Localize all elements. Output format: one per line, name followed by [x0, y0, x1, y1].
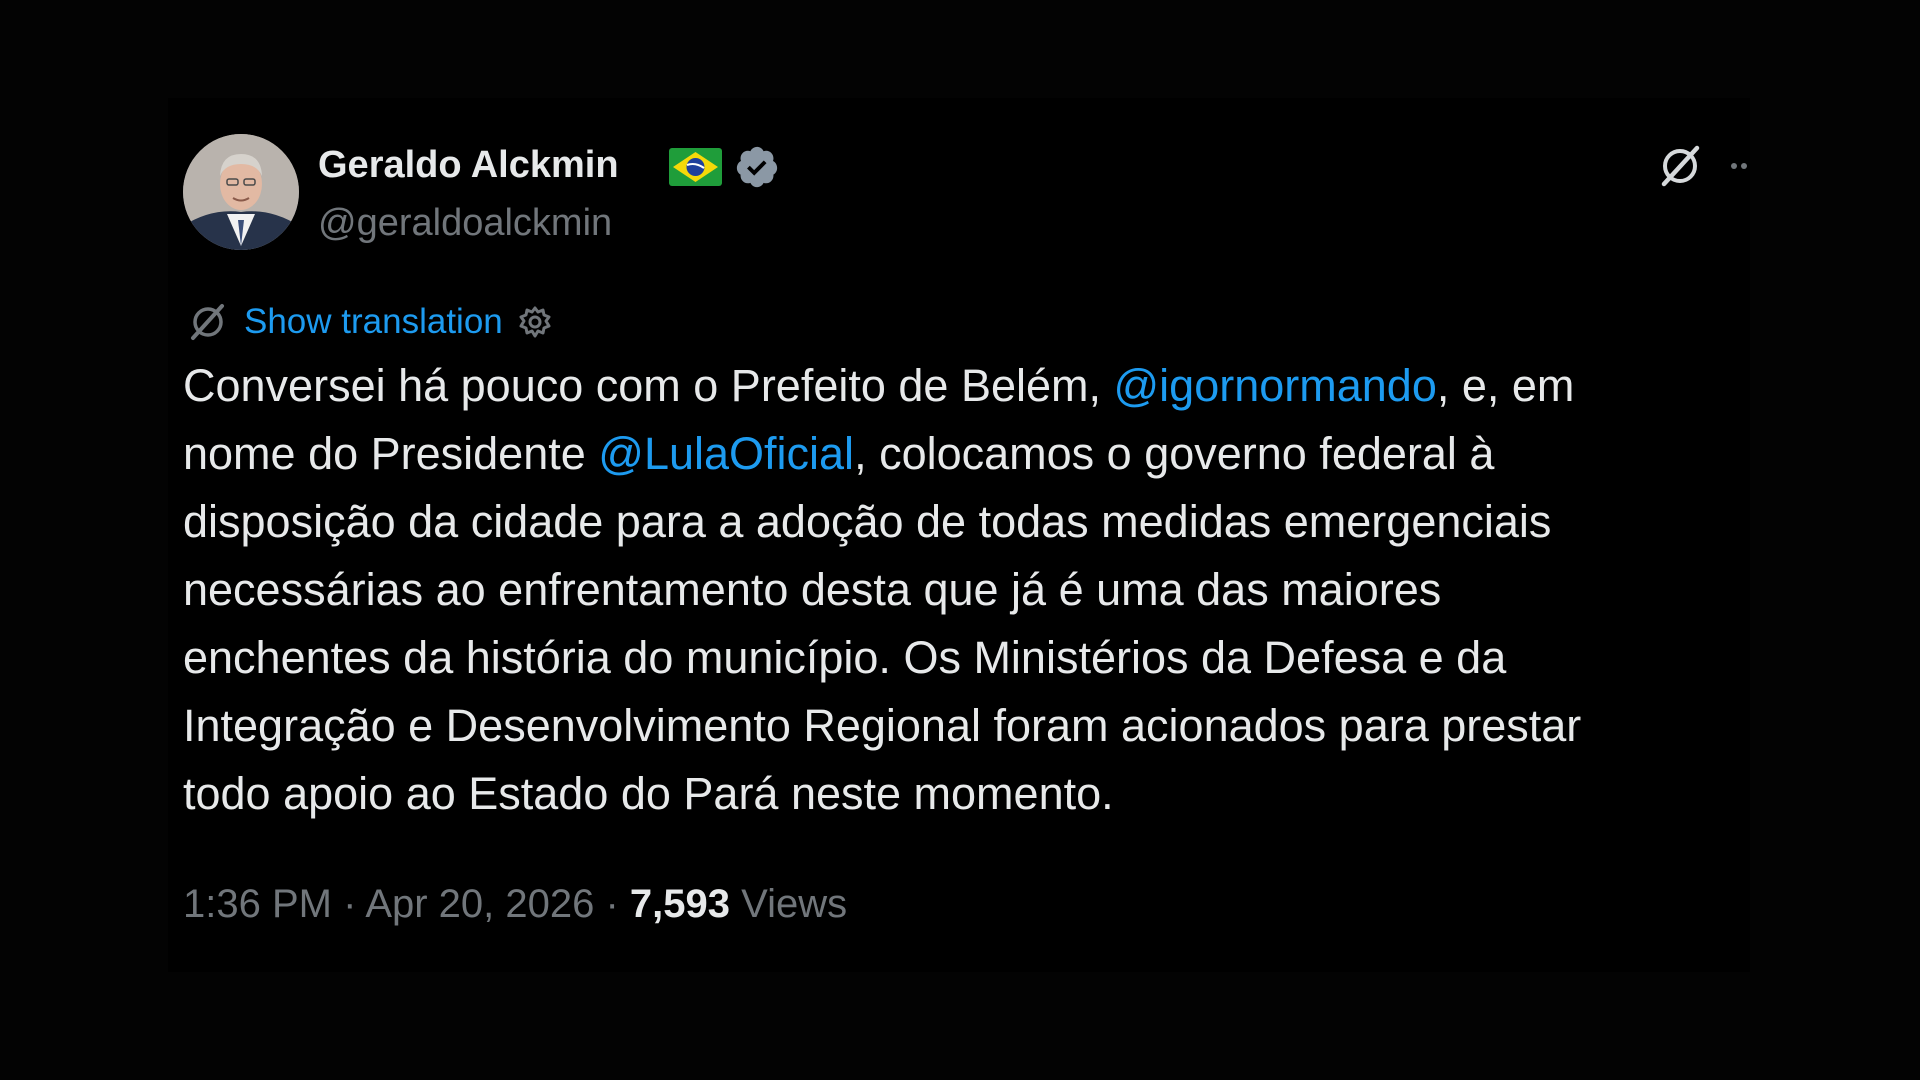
translate-icon — [191, 304, 224, 340]
grok-icon[interactable] — [1654, 140, 1706, 192]
tweet-text-segment: Conversei há pouco com o Prefeito de Bel… — [183, 360, 1114, 411]
avatar[interactable] — [183, 134, 299, 250]
meta-separator: · — [594, 882, 630, 926]
tweet-text-line: disposição da cidade para a adoção de to… — [183, 488, 1743, 556]
tweet-text-segment: Integração e Desenvolvimento Regional fo… — [183, 700, 1582, 751]
mention-link[interactable]: @igornormando — [1114, 360, 1437, 411]
tweet-text-line: Conversei há pouco com o Prefeito de Bel… — [183, 352, 1743, 420]
tweet-text-line: Integração e Desenvolvimento Regional fo… — [183, 692, 1743, 760]
show-translation-link[interactable]: Show translation — [244, 302, 503, 342]
more-dots-icon[interactable] — [1726, 158, 1750, 174]
author-display-name[interactable]: Geraldo Alckmin — [318, 140, 619, 190]
views-label: Views — [730, 882, 848, 926]
tweet-text-segment: todo apoio ao Estado do Pará neste momen… — [183, 768, 1114, 819]
tweet-text-segment: , colocamos o governo federal à — [854, 428, 1495, 479]
tweet-text-segment: enchentes da história do município. Os M… — [183, 632, 1507, 683]
translation-row: Show translation — [186, 298, 555, 346]
views-count: 7,593 — [629, 882, 731, 926]
tweet-text-segment: nome do Presidente — [183, 428, 599, 479]
meta-separator: · — [331, 882, 366, 926]
tweet-time[interactable]: 1:36 PM — [183, 882, 332, 926]
tweet-text-segment: necessárias ao enfrentamento desta que j… — [183, 564, 1442, 615]
tweet-card: Geraldo Alckmin @geraldoalckmin Show tra… — [168, 98, 1750, 972]
mention-link[interactable]: @LulaOficial — [598, 428, 854, 479]
verified-badge-icon — [736, 146, 778, 188]
tweet-text-line: nome do Presidente @LulaOficial, colocam… — [183, 420, 1743, 488]
tweet-text-line: enchentes da história do município. Os M… — [183, 624, 1743, 692]
tweet-text-line: necessárias ao enfrentamento desta que j… — [183, 556, 1743, 624]
gear-icon[interactable] — [515, 302, 555, 342]
avatar-portrait-image — [183, 134, 299, 250]
brazil-flag-icon — [669, 148, 722, 186]
tweet-text-segment: , e, em — [1436, 360, 1575, 411]
tweet-date[interactable]: Apr 20, 2026 — [365, 882, 594, 926]
tweet-text: Conversei há pouco com o Prefeito de Bel… — [183, 352, 1743, 828]
tweet-text-segment: disposição da cidade para a adoção de to… — [183, 496, 1552, 547]
tweet-meta: 1:36 PM · Apr 20, 2026 · 7,593 Views — [183, 876, 847, 932]
tweet-text-line: todo apoio ao Estado do Pará neste momen… — [183, 760, 1743, 828]
author-handle[interactable]: @geraldoalckmin — [318, 198, 612, 248]
